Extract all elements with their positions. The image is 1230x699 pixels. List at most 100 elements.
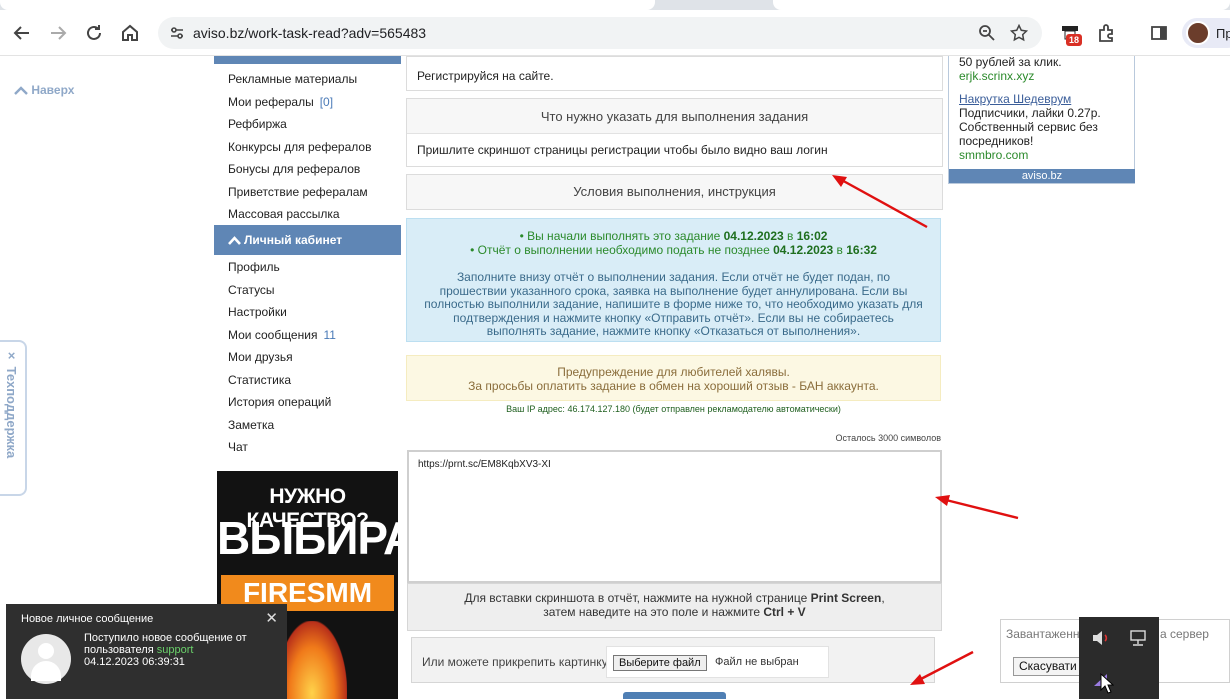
network-icon[interactable] [1129, 629, 1149, 647]
notification-message: Поступило новое сообщение от пользовател… [84, 632, 279, 668]
url-text[interactable]: aviso.bz/work-task-read?adv=565483 [193, 25, 426, 41]
section-personal-cabinet[interactable]: Личный кабинет [214, 225, 401, 255]
warning-line1: Предупреждение для любителей халявы. [557, 365, 790, 379]
sidebar-item-label: Массовая рассылка [228, 207, 340, 221]
sidebar-item-label: Рефбиржа [228, 117, 287, 131]
sidebar-item-label: История операций [228, 395, 332, 409]
bookmark-star-icon[interactable] [1010, 24, 1028, 42]
chars-left-counter: Осталось 3000 символов [835, 433, 941, 443]
what-to-specify-text: Пришлите скриншот страницы регистрации ч… [417, 143, 828, 157]
sidebar-item-label: Мои друзья [228, 350, 293, 364]
tab-strip [0, 0, 1230, 10]
ad2-domain[interactable]: smmbro.com [959, 148, 1028, 162]
banner-line2: ВЫБИРАЙ [217, 512, 398, 564]
reload-icon[interactable] [83, 22, 105, 44]
new-message-notification[interactable]: Новое личное сообщение ✕ Поступило новое… [6, 604, 287, 699]
system-tray [1079, 617, 1159, 699]
started-line: • Вы начали выполнять это задание 04.12.… [519, 229, 828, 243]
ip-address-note: Ваш IP адрес: 46.174.127.180 (будет отпр… [506, 404, 841, 414]
sidebar-item[interactable]: Рефбиржа [228, 117, 287, 131]
deadline-line: • Отчёт о выполнении необходимо подать н… [470, 243, 877, 257]
side-panel-icon[interactable] [1148, 22, 1170, 44]
sidebar-item-label: Настройки [228, 305, 287, 319]
register-box: Регистрируйся на сайте. [406, 56, 943, 91]
ads-footer[interactable]: aviso.bz [949, 169, 1135, 183]
profile-button[interactable]: Пр [1182, 18, 1230, 48]
sidebar-item[interactable]: Бонусы для рефералов [228, 162, 360, 176]
extensions-puzzle-icon[interactable] [1095, 22, 1117, 44]
warning-line2: За просьбы оплатить задание в обмен на х… [468, 379, 879, 393]
sidebar-item-label: Заметка [228, 417, 275, 432]
notification-user: support [156, 644, 194, 656]
sidebar-item-count: 11 [323, 327, 336, 342]
ad2-line1: Подписчики, лайки 0.27р. [959, 106, 1101, 120]
close-icon[interactable]: ✕ [265, 609, 278, 627]
support-tab-label: × Техподдержка [4, 348, 19, 459]
choose-file-button[interactable]: Выберите файл [613, 655, 707, 671]
task-instructions: Заполните внизу отчёт о выполнении задан… [424, 270, 923, 338]
attach-label: Или можете прикрепить картинку [422, 655, 608, 669]
speaker-icon[interactable] [1091, 629, 1111, 647]
sidebar-item[interactable]: Настройки [228, 305, 287, 319]
browser-tab[interactable] [773, 0, 1230, 10]
notification-title: Новое личное сообщение [21, 613, 154, 625]
conditions-box[interactable]: Условия выполнения, инструкция [406, 174, 943, 210]
sidebar-item[interactable]: Статистика [228, 373, 291, 387]
sidebar-item[interactable]: Заметка [228, 418, 274, 432]
forward-icon[interactable] [47, 22, 69, 44]
mouse-cursor-icon [1100, 673, 1114, 694]
sidebar: Рекламные материалы Мои рефералы [0] Рефбир… [214, 56, 401, 699]
ads-block: 50 рублей за клик. erjk.scrinx.xyz Накру… [948, 55, 1135, 184]
sidebar-item[interactable]: Приветствие рефералам [228, 185, 368, 199]
what-to-specify-box: Что нужно указать для выполнения задания… [406, 98, 943, 167]
ad1-domain[interactable]: erjk.scrinx.xyz [959, 69, 1034, 83]
sidebar-item[interactable]: Статусы [228, 283, 275, 297]
browser-tab[interactable] [0, 0, 655, 10]
user-avatar-icon [21, 634, 71, 684]
cancel-download-button[interactable]: Скасувати [1013, 657, 1083, 676]
submit-report-button[interactable] [623, 692, 726, 699]
ad2-line3: посредников! [959, 134, 1034, 148]
chevron-up-icon [228, 236, 241, 245]
file-status: Файл не выбран [715, 656, 799, 668]
sidebar-item[interactable]: Конкурсы для рефералов [228, 140, 371, 154]
chevron-up-icon [14, 86, 28, 96]
ad2-title-link[interactable]: Накрутка Шедеврум [959, 92, 1071, 106]
sidebar-item[interactable]: Мои рефералы [0] [228, 95, 333, 109]
conditions-title: Условия выполнения, инструкция [407, 175, 942, 209]
zoom-icon[interactable] [978, 24, 996, 42]
scroll-top-link[interactable]: Наверх [14, 83, 74, 97]
sidebar-item[interactable]: Мои сообщения 11 [228, 328, 336, 342]
sidebar-item-count: [0] [319, 94, 334, 109]
sidebar-item[interactable]: Рекламные материалы [228, 72, 357, 86]
support-tab[interactable]: × Техподдержка [0, 340, 27, 496]
freebie-warning: Предупреждение для любителей халявы. За … [406, 355, 941, 401]
sidebar-item[interactable]: Чат [228, 440, 248, 454]
sidebar-item-label: Мои рефералы [228, 94, 314, 109]
report-textarea[interactable]: https://prnt.sc/EM8KqbXV3-XI [407, 450, 942, 583]
sidebar-item-label: Рекламные материалы [228, 72, 358, 86]
sidebar-top-bar [214, 56, 401, 64]
screenshot-paste-zone[interactable]: Для вставки скриншота в отчёт, нажмите н… [407, 583, 942, 631]
sidebar-item[interactable]: Профиль [228, 260, 280, 274]
ad2-line2: Собственный сервис без [959, 120, 1098, 134]
ad1-desc: 50 рублей за клик. [959, 55, 1062, 69]
download-status-right: а сервер [1160, 627, 1209, 641]
file-input[interactable]: Выберите файл Файл не выбран [606, 646, 829, 678]
sidebar-item[interactable]: История операций [228, 395, 331, 409]
flame-icon [277, 621, 347, 699]
support-close-icon[interactable]: × [4, 348, 19, 363]
sidebar-item-label: Конкурсы для рефералов [228, 139, 372, 154]
attach-image-row: Или можете прикрепить картинку Выберите … [411, 637, 935, 683]
back-icon[interactable] [11, 22, 33, 44]
sidebar-item[interactable]: Массовая рассылка [228, 207, 340, 221]
sidebar-item-label: Мои сообщения [228, 327, 318, 342]
register-text: Регистрируйся на сайте. [417, 69, 554, 83]
sidebar-item[interactable]: Мои друзья [228, 350, 293, 364]
home-icon[interactable] [119, 22, 141, 44]
download-status-left: Завантаженн [1006, 627, 1080, 641]
site-settings-icon[interactable] [168, 24, 186, 42]
address-bar[interactable]: aviso.bz/work-task-read?adv=565483 [158, 17, 1042, 49]
task-timing-info: • Вы начали выполнять это задание 04.12.… [406, 218, 941, 342]
sidebar-item-label: Приветствие рефералам [228, 184, 368, 199]
